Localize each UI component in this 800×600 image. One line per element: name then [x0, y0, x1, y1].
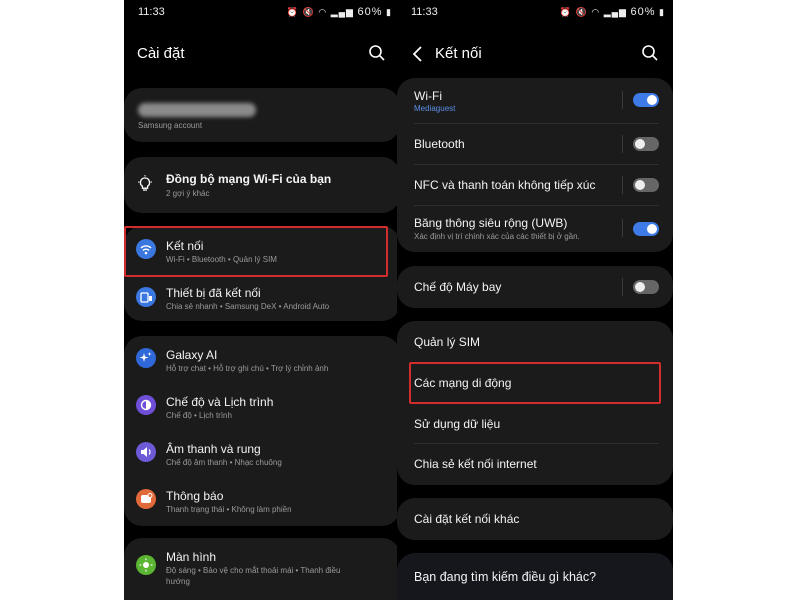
- back-arrow-icon[interactable]: [411, 45, 425, 63]
- row-title: Wi-Fi: [414, 89, 442, 103]
- sound-icon: [136, 442, 156, 462]
- page-title: Cài đặt: [137, 45, 185, 62]
- settings-screen: 11:33 ⏰ 🔇 ◠ ▂▄▆ 60% ▮ Cài đặt Samsung ac…: [124, 0, 400, 600]
- item-title: Galaxy AI: [166, 348, 218, 362]
- wifi-toggle[interactable]: [633, 93, 659, 107]
- row-title: NFC và thanh toán không tiếp xúc: [414, 178, 596, 192]
- battery-percent: 60%: [357, 6, 383, 18]
- item-subtitle: Thanh trạng thái • Không làm phiền: [166, 505, 292, 514]
- uwb-toggle[interactable]: [633, 222, 659, 236]
- status-bar: 11:33 ⏰ 🔇 ◠ ▂▄▆ 60% ▮: [124, 0, 400, 24]
- row-title: Chia sẻ kết nối internet: [414, 457, 537, 471]
- settings-item-modes-routines[interactable]: Chế độ và Lịch trình Chế độ • Lịch trình: [124, 383, 400, 430]
- item-title: Thiết bị đã kết nối: [166, 286, 261, 300]
- bluetooth-toggle[interactable]: [633, 137, 659, 151]
- toggle-row-airplane[interactable]: Chế độ Máy bay: [397, 266, 673, 308]
- display-card: Màn hình Độ sáng • Bảo vệ cho mắt thoải …: [124, 538, 400, 600]
- row-title: Băng thông siêu rộng (UWB): [414, 216, 568, 230]
- row-title: Quản lý SIM: [414, 335, 481, 349]
- notification-icon: [136, 489, 156, 509]
- item-subtitle: Chế độ • Lịch trình: [166, 411, 232, 420]
- battery-icon: ▮: [386, 7, 392, 17]
- menu-item-sim-manager[interactable]: Quản lý SIM: [397, 321, 673, 362]
- status-time: 11:33: [138, 6, 165, 18]
- item-subtitle: Độ sáng • Bảo vệ cho mắt thoải mái • Tha…: [166, 566, 341, 575]
- account-subtitle: Samsung account: [138, 121, 203, 130]
- item-subtitle: Chia sẻ nhanh • Samsung DeX • Android Au…: [166, 302, 330, 311]
- toggles-card: Wi-Fi Mediaguest Bluetooth NFC và thanh …: [397, 78, 673, 252]
- menu-item-hotspot-tethering[interactable]: Chia sẻ kết nối internet: [397, 444, 673, 485]
- menu-item-data-usage[interactable]: Sử dụng dữ liệu: [397, 403, 673, 443]
- row-title: Bluetooth: [414, 137, 465, 151]
- battery-percent: 60%: [630, 6, 656, 18]
- item-title: Chế độ và Lịch trình: [166, 395, 274, 409]
- display-icon: [136, 555, 156, 575]
- more-settings-card: Cài đặt kết nối khác: [397, 498, 673, 540]
- galaxy-ai-icon: [136, 348, 156, 368]
- connections-screen: 11:33 ⏰ 🔇 ◠ ▂▄▆ 60% ▮ Kết nối Wi-Fi Medi…: [397, 0, 673, 600]
- battery-icon: ▮: [659, 7, 665, 17]
- wifi-icon: ◠: [318, 7, 328, 17]
- item-subtitle: Hỗ trợ chat • Hỗ trợ ghi chú • Trợ lý ch…: [166, 364, 329, 373]
- item-title: Màn hình: [166, 550, 217, 564]
- suggestion-subtitle: 2 gợi ý khác: [166, 189, 210, 198]
- item-title: Âm thanh và rung: [166, 442, 261, 456]
- account-card[interactable]: Samsung account: [124, 88, 400, 142]
- account-name-blurred: [138, 103, 256, 117]
- highlight-box-mobile-networks: [409, 362, 661, 404]
- item-subtitle-continued: hướng: [166, 577, 190, 586]
- item-subtitle: Chế độ âm thanh • Nhạc chuông: [166, 458, 282, 467]
- alarm-icon: ⏰: [286, 7, 300, 17]
- signal-icon: ▂▄▆: [330, 7, 354, 17]
- signal-icon: ▂▄▆: [603, 7, 627, 17]
- mute-icon: 🔇: [575, 7, 588, 17]
- nfc-toggle[interactable]: [633, 178, 659, 192]
- item-title: Thông báo: [166, 489, 224, 503]
- toggle-row-wifi[interactable]: Wi-Fi Mediaguest: [397, 78, 673, 123]
- row-title: Cài đặt kết nối khác: [414, 512, 520, 526]
- suggestion-card[interactable]: Đồng bộ mạng Wi-Fi của bạn 2 gợi ý khác: [124, 157, 400, 213]
- row-title: Sử dụng dữ liệu: [414, 417, 501, 431]
- airplane-card: Chế độ Máy bay: [397, 266, 673, 308]
- menu-item-more-connection-settings[interactable]: Cài đặt kết nối khác: [397, 498, 673, 540]
- mute-icon: 🔇: [302, 7, 315, 17]
- highlight-box-connections: [124, 226, 388, 277]
- settings-item-notifications[interactable]: Thông báo Thanh trạng thái • Không làm p…: [124, 477, 400, 526]
- features-card: Galaxy AI Hỗ trợ chat • Hỗ trợ ghi chú •…: [124, 336, 400, 526]
- lightbulb-icon: [138, 175, 152, 191]
- settings-item-connected-devices[interactable]: Thiết bị đã kết nối Chia sẻ nhanh • Sams…: [124, 274, 400, 321]
- suggestion-title: Đồng bộ mạng Wi-Fi của bạn: [166, 172, 332, 186]
- wifi-icon: ◠: [591, 7, 601, 17]
- search-icon[interactable]: [368, 44, 386, 62]
- status-time: 11:33: [411, 6, 438, 18]
- wifi-network-name: Mediaguest: [414, 104, 456, 113]
- settings-item-galaxy-ai[interactable]: Galaxy AI Hỗ trợ chat • Hỗ trợ ghi chú •…: [124, 336, 400, 383]
- row-title: Chế độ Máy bay: [414, 280, 502, 294]
- status-bar: 11:33 ⏰ 🔇 ◠ ▂▄▆ 60% ▮: [397, 0, 673, 24]
- looking-for-title: Bạn đang tìm kiếm điều gì khác?: [414, 570, 597, 584]
- modes-icon: [136, 395, 156, 415]
- toggle-row-uwb[interactable]: Băng thông siêu rộng (UWB) Xác định vị t…: [397, 206, 673, 252]
- toggle-row-bluetooth[interactable]: Bluetooth: [397, 124, 673, 164]
- row-subtitle: Xác định vị trí chính xác của các thiết …: [414, 232, 580, 241]
- toggle-row-nfc[interactable]: NFC và thanh toán không tiếp xúc: [397, 165, 673, 205]
- settings-item-sound[interactable]: Âm thanh và rung Chế độ âm thanh • Nhạc …: [124, 430, 400, 477]
- settings-item-display[interactable]: Màn hình Độ sáng • Bảo vệ cho mắt thoải …: [124, 538, 400, 598]
- alarm-icon: ⏰: [559, 7, 573, 17]
- airplane-toggle[interactable]: [633, 280, 659, 294]
- search-icon[interactable]: [641, 44, 659, 62]
- looking-for-card: Bạn đang tìm kiếm điều gì khác?: [397, 553, 673, 600]
- page-title: Kết nối: [435, 45, 482, 62]
- devices-icon: [136, 287, 156, 307]
